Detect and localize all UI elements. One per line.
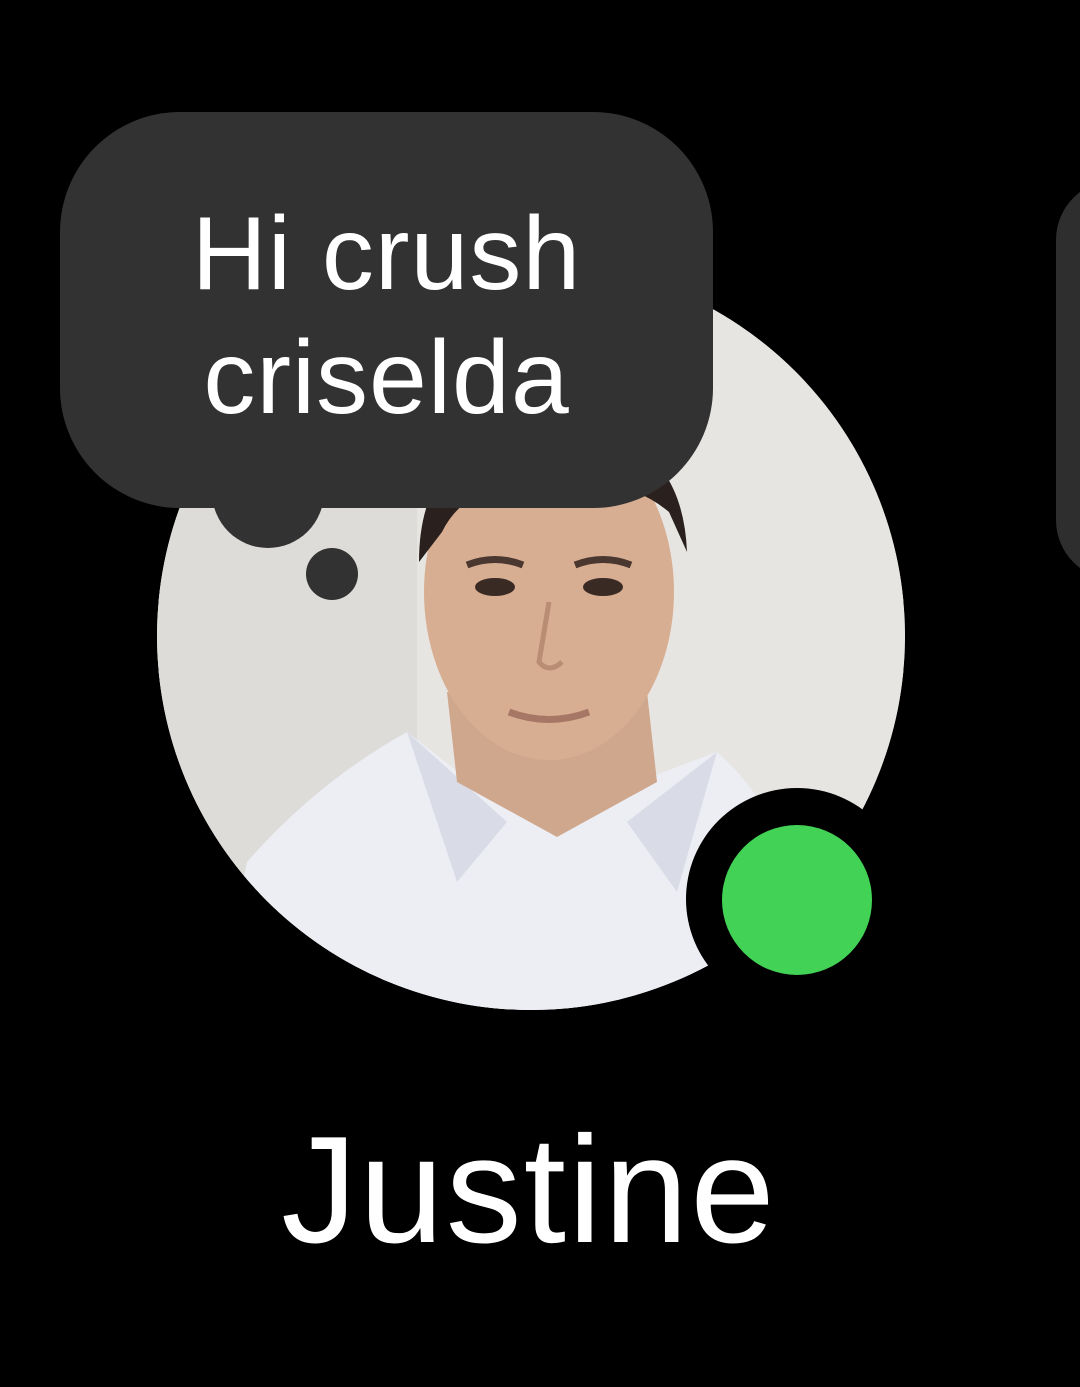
note-bubble-tail-dot [306, 548, 358, 600]
online-status-indicator [686, 788, 908, 1010]
contact-item[interactable]: Hi crush criselda Justine [0, 0, 1080, 1387]
contact-name: Justine [281, 1105, 777, 1275]
online-status-dot-icon [722, 825, 872, 975]
note-text: Hi crush criselda [191, 196, 582, 436]
